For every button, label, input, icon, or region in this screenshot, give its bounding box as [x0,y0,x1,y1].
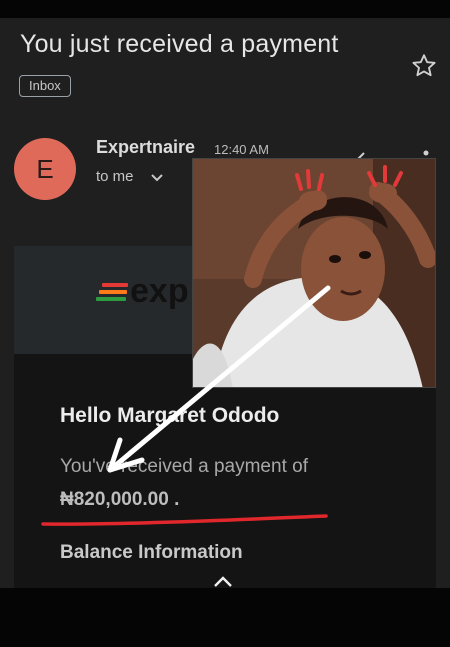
greeting: Hello Margaret Ododo [60,404,280,427]
star-icon[interactable] [410,52,438,80]
logo-text: exp [130,272,189,310]
balance-info-heading: Balance Information [60,542,243,563]
selfie-photo-overlay [192,158,436,388]
gmail-email-view: You just received a payment Inbox E Expe… [0,0,450,647]
payment-message: You've received a payment of [60,456,308,477]
bottom-bar [0,588,450,647]
payment-amount: ₦820,000.00 . [60,489,180,510]
email-time: 12:40 AM [214,142,269,157]
chevron-up-icon[interactable] [212,575,234,589]
inbox-label-chip[interactable]: Inbox [19,75,71,97]
sender-name: Expertnaire [96,137,196,157]
recipient-details[interactable]: to me [96,168,134,185]
person-photo [193,159,435,387]
chevron-down-icon[interactable] [150,172,164,184]
sender-avatar[interactable]: E [14,138,76,200]
email-subject: You just received a payment [20,30,339,58]
underline-annotation [41,514,328,526]
status-bar [0,0,450,18]
expertnaire-logo-icon [96,283,128,307]
